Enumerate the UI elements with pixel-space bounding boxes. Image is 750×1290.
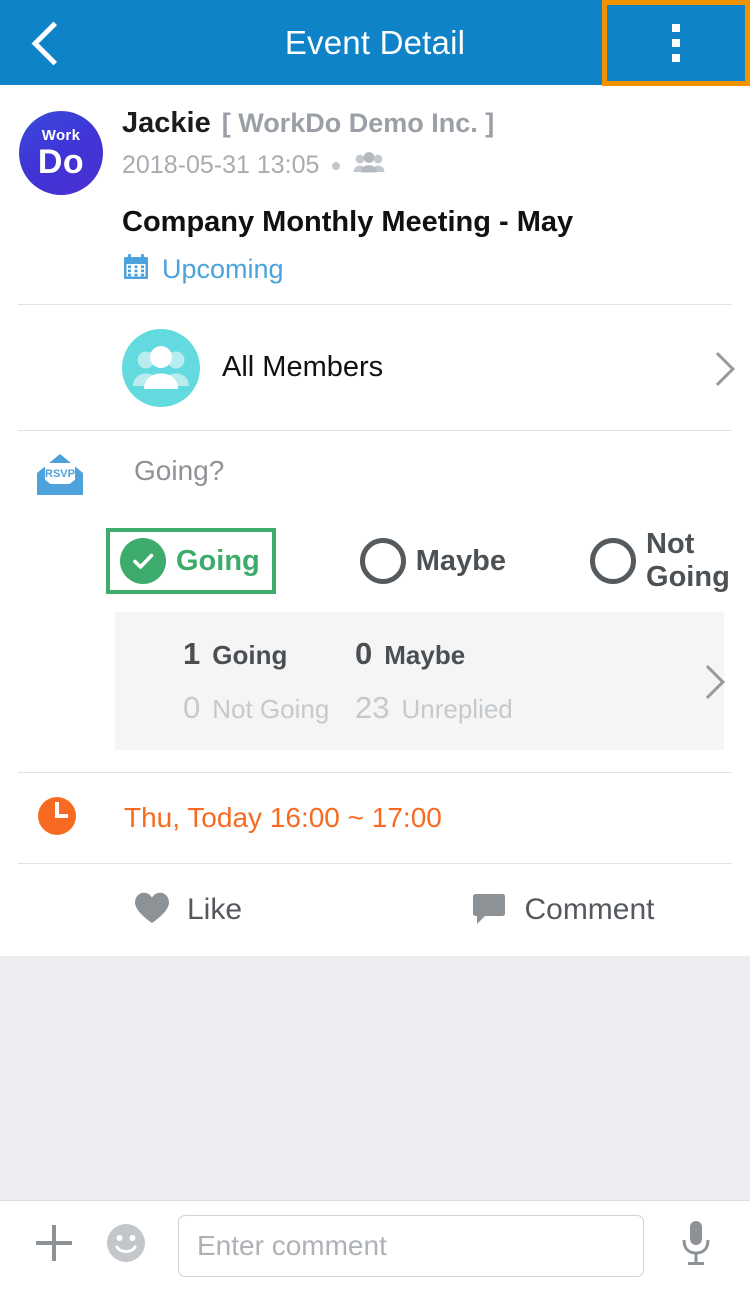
like-label: Like: [186, 893, 243, 926]
check-circle-icon: [120, 538, 166, 584]
stat-unreplied: 23 Unreplied: [355, 690, 595, 726]
poster-organization: [ WorkDo Demo Inc. ]: [221, 108, 495, 138]
radio-unselected-icon: [359, 538, 406, 584]
avatar-top-text: Work: [41, 126, 81, 144]
post-body: Jackie [ WorkDo Demo Inc. ] 2018-05-31 1…: [122, 107, 750, 286]
all-members-avatar-icon: [122, 328, 200, 407]
stat-maybe: 0 Maybe: [355, 636, 595, 672]
rsvp-option-going-label: Going: [176, 544, 260, 577]
svg-text:RSVP: RSVP: [45, 468, 75, 480]
action-bar: Like Comment: [0, 864, 750, 956]
event-status: Upcoming: [122, 253, 730, 286]
rsvp-option-maybe-label: Maybe: [415, 544, 507, 577]
comment-input[interactable]: [178, 1214, 644, 1277]
event-card: Work Do Jackie [ WorkDo Demo Inc. ] 2018…: [0, 85, 750, 956]
post-timestamp: 2018-05-31 13:05: [122, 151, 320, 179]
all-members-row[interactable]: All Members: [0, 305, 750, 430]
overflow-menu-icon-dot-3: [672, 54, 680, 62]
overflow-menu-icon-dot-1: [672, 24, 680, 32]
comment-label: Comment: [524, 893, 655, 926]
rsvp-option-going[interactable]: Going: [106, 528, 276, 594]
calendar-icon: [122, 253, 150, 286]
stat-unreplied-count: 23: [355, 690, 390, 725]
overflow-menu-icon-dot-2: [672, 39, 680, 47]
event-title: Company Monthly Meeting - May: [122, 206, 574, 238]
back-chevron-icon: [32, 20, 58, 66]
post-meta: 2018-05-31 13:05: [122, 151, 730, 180]
chevron-right-icon: [696, 663, 718, 699]
empty-comments-area: [0, 956, 750, 1200]
poster-line: Jackie [ WorkDo Demo Inc. ]: [122, 107, 730, 140]
emoji-button[interactable]: [90, 1220, 162, 1271]
post-header: Work Do Jackie [ WorkDo Demo Inc. ] 2018…: [0, 85, 750, 304]
stat-not-going: 0 Not Going: [115, 690, 355, 726]
rsvp-question-row: RSVP Going?: [0, 449, 750, 506]
add-attachment-button[interactable]: [18, 1219, 90, 1272]
rsvp-stats-row-bottom: 0 Not Going 23 Unreplied: [115, 690, 696, 726]
stat-maybe-count: 0: [355, 636, 373, 671]
event-detail-screen: Event Detail Work Do Jackie [WorkDo Dem…: [0, 0, 750, 1290]
comment-composer-bar: [0, 1200, 750, 1290]
rsvp-stats-panel[interactable]: 1 Going 0 Maybe 0 Not Going 23 Unreplied: [115, 612, 724, 750]
overflow-menu-button[interactable]: [602, 0, 750, 86]
stat-unreplied-label: Unreplied: [401, 694, 513, 724]
comment-bubble-icon: [470, 891, 508, 930]
clock-icon: [34, 793, 80, 844]
stat-maybe-label: Maybe: [384, 640, 466, 670]
rsvp-section: RSVP Going? Going Maybe Not Going 1 Goin…: [0, 431, 750, 772]
content-scroll-area: Work Do Jackie [ WorkDo Demo Inc. ] 2018…: [0, 85, 750, 1200]
avatar-main-text: Do: [37, 142, 85, 181]
rsvp-option-not-going[interactable]: Not Going: [590, 528, 730, 594]
rsvp-options: Going Maybe Not Going: [0, 528, 750, 594]
smiley-icon: [103, 1220, 149, 1271]
event-time-text: Thu, Today 16:00 ~ 17:00: [124, 802, 442, 833]
stat-going: 1 Going: [115, 636, 355, 672]
all-members-label: All Members: [222, 351, 384, 383]
comment-button[interactable]: Comment: [375, 891, 750, 930]
app-header: Event Detail: [0, 0, 750, 86]
rsvp-question-label: Going?: [134, 455, 225, 486]
like-button[interactable]: Like: [0, 891, 375, 930]
radio-unselected-icon: [590, 538, 637, 584]
microphone-icon: [678, 1218, 714, 1273]
workdo-logo-avatar[interactable]: Work Do: [19, 111, 103, 195]
voice-record-button[interactable]: [660, 1218, 732, 1273]
chevron-right-icon: [706, 350, 728, 386]
stat-not-going-label: Not Going: [212, 694, 330, 724]
rsvp-stats-wrapper: 1 Going 0 Maybe 0 Not Going 23 Unreplied: [0, 594, 750, 750]
heart-icon: [133, 891, 171, 930]
meta-separator-dot: [332, 161, 341, 170]
event-status-label: Upcoming: [162, 254, 284, 284]
rsvp-stats-row-top: 1 Going 0 Maybe: [115, 636, 696, 672]
rsvp-option-not-going-label: Not Going: [646, 528, 730, 593]
plus-icon: [30, 1219, 78, 1272]
stat-not-going-count: 0: [183, 690, 201, 725]
rsvp-option-maybe[interactable]: Maybe: [359, 538, 507, 584]
avatar-column: Work Do: [0, 107, 122, 286]
rsvp-stats-grid: 1 Going 0 Maybe 0 Not Going 23 Unreplied: [115, 636, 696, 726]
event-time-row[interactable]: Thu, Today 16:00 ~ 17:00: [0, 773, 750, 863]
stat-going-label: Going: [212, 640, 288, 670]
rsvp-envelope-icon: RSVP: [34, 449, 86, 506]
stat-going-count: 1: [183, 636, 201, 671]
poster-name[interactable]: Jackie: [122, 107, 211, 140]
back-button[interactable]: [0, 0, 90, 85]
group-members-icon: [353, 151, 385, 180]
